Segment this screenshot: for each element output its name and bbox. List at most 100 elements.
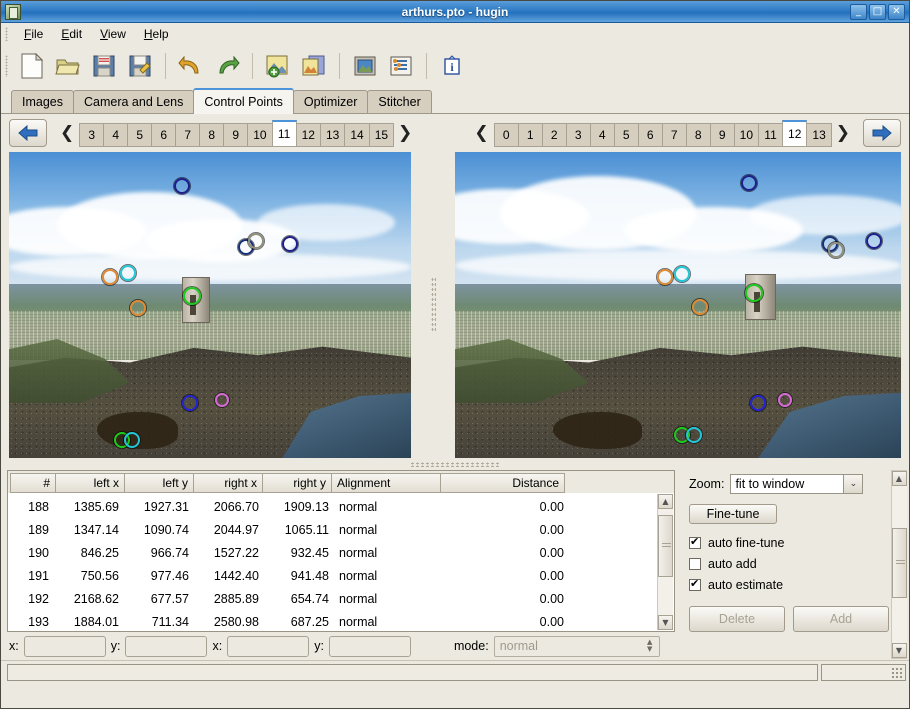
left-x-input[interactable] <box>23 635 106 657</box>
resize-grip-icon[interactable] <box>891 667 903 679</box>
control-point-marker[interactable] <box>101 269 118 286</box>
control-point-marker[interactable] <box>119 264 136 281</box>
left-image-tab-3[interactable]: 3 <box>79 123 105 147</box>
right-image-tab-4[interactable]: 4 <box>589 123 615 147</box>
table-row[interactable]: 192 2168.62 677.57 2885.89 654.74 normal… <box>8 587 674 610</box>
right-image-tab-12[interactable]: 12 <box>782 120 808 147</box>
scrollbar-track[interactable] <box>891 486 907 643</box>
new-project-icon[interactable] <box>15 49 49 83</box>
control-point-marker[interactable] <box>656 269 673 286</box>
column-header-index[interactable]: # <box>10 473 56 493</box>
tab-optimizer[interactable]: Optimizer <box>292 90 369 113</box>
scroll-up-icon[interactable]: ▲ <box>658 494 673 509</box>
control-point-marker[interactable] <box>129 300 146 317</box>
control-point-marker[interactable] <box>173 177 190 194</box>
control-point-marker[interactable] <box>741 174 758 191</box>
right-image-tab-11[interactable]: 11 <box>758 123 784 147</box>
control-point-marker[interactable] <box>181 394 198 411</box>
add-multiple-images-icon[interactable] <box>297 49 331 83</box>
left-image-tab-5[interactable]: 5 <box>127 123 153 147</box>
control-point-marker[interactable] <box>744 283 763 302</box>
add-image-icon[interactable] <box>261 49 295 83</box>
control-point-marker[interactable] <box>215 392 230 407</box>
tab-camera-and-lens[interactable]: Camera and Lens <box>73 90 195 113</box>
control-point-marker[interactable] <box>692 298 709 315</box>
scroll-up-icon[interactable]: ▲ <box>891 471 907 486</box>
left-scroll-next-icon[interactable]: ❯ <box>393 123 417 143</box>
right-image-tab-6[interactable]: 6 <box>637 123 663 147</box>
column-header-right-x[interactable]: right x <box>193 473 263 493</box>
minimize-icon[interactable]: _ <box>850 3 867 20</box>
right-image-tab-8[interactable]: 8 <box>685 123 711 147</box>
left-image-tab-11[interactable]: 11 <box>271 120 297 147</box>
left-image-tab-9[interactable]: 9 <box>223 123 249 147</box>
column-header-left-x[interactable]: left x <box>55 473 125 493</box>
menu-view[interactable]: View <box>91 25 135 43</box>
left-image-tab-10[interactable]: 10 <box>247 123 273 147</box>
checkbox-auto-fine-tune[interactable]: auto fine-tune <box>689 535 903 550</box>
preview-panorama-icon[interactable] <box>348 49 382 83</box>
checkbox-icon[interactable] <box>689 535 701 549</box>
right-image-tab-10[interactable]: 10 <box>733 123 760 147</box>
open-project-icon[interactable] <box>51 49 85 83</box>
add-button[interactable]: Add <box>793 606 889 632</box>
vertical-splitter[interactable] <box>411 152 455 458</box>
left-image-tab-8[interactable]: 8 <box>199 123 225 147</box>
right-image-tab-5[interactable]: 5 <box>613 123 639 147</box>
right-image-tab-3[interactable]: 3 <box>565 123 591 147</box>
tab-stitcher[interactable]: Stitcher <box>367 90 432 113</box>
table-row[interactable]: 190 846.25 966.74 1527.22 932.45 normal … <box>8 541 674 564</box>
spinner-icon[interactable]: ▲ ▼ <box>643 638 657 655</box>
maximize-icon[interactable]: □ <box>869 3 886 20</box>
menu-file[interactable]: File <box>15 25 52 43</box>
scroll-down-icon[interactable]: ▼ <box>891 643 907 658</box>
control-point-image-left[interactable] <box>9 152 411 458</box>
table-vertical-scrollbar[interactable]: ▲ ▼ <box>657 494 673 630</box>
right-x-input[interactable] <box>227 635 310 657</box>
left-image-tab-15[interactable]: 15 <box>368 123 395 147</box>
right-y-input[interactable] <box>328 635 411 657</box>
control-point-marker[interactable] <box>248 232 265 249</box>
control-point-image-right[interactable] <box>455 152 901 458</box>
save-project-icon[interactable] <box>87 49 121 83</box>
delete-button[interactable]: Delete <box>689 606 785 632</box>
control-point-marker[interactable] <box>182 286 201 305</box>
close-icon[interactable]: ✕ <box>888 3 905 20</box>
left-image-tab-4[interactable]: 4 <box>103 123 129 147</box>
scroll-down-icon[interactable]: ▼ <box>658 615 673 630</box>
right-image-tab-9[interactable]: 9 <box>709 123 735 147</box>
chevron-down-icon[interactable]: ⌄ <box>843 475 863 493</box>
scrollbar-thumb[interactable] <box>891 528 907 598</box>
right-image-tab-0[interactable]: 0 <box>493 123 519 147</box>
left-scroll-prev-icon[interactable]: ❮ <box>55 123 79 143</box>
column-header-alignment[interactable]: Alignment <box>331 473 441 493</box>
checkbox-auto-estimate[interactable]: auto estimate <box>689 577 903 592</box>
right-scroll-next-icon[interactable]: ❯ <box>831 123 855 143</box>
menu-edit[interactable]: Edit <box>52 25 91 43</box>
about-info-icon[interactable]: i <box>435 49 469 83</box>
control-point-marker[interactable] <box>685 427 702 444</box>
checkbox-icon[interactable] <box>689 577 701 591</box>
right-image-tab-1[interactable]: 1 <box>517 123 543 147</box>
previous-image-pair-button[interactable] <box>9 119 47 147</box>
horizontal-splitter[interactable] <box>1 458 909 470</box>
optimizer-settings-icon[interactable] <box>384 49 418 83</box>
right-scroll-prev-icon[interactable]: ❮ <box>469 123 493 143</box>
menu-help[interactable]: Help <box>135 25 178 43</box>
table-row[interactable]: 188 1385.69 1927.31 2066.70 1909.13 norm… <box>8 495 674 518</box>
left-image-tab-6[interactable]: 6 <box>151 123 177 147</box>
control-point-marker[interactable] <box>778 392 793 407</box>
right-image-tab-7[interactable]: 7 <box>661 123 687 147</box>
tab-images[interactable]: Images <box>11 90 74 113</box>
column-header-distance[interactable]: Distance <box>440 473 565 493</box>
tab-control-points[interactable]: Control Points <box>193 88 294 114</box>
next-image-pair-button[interactable] <box>863 119 901 147</box>
fine-tune-button[interactable]: Fine-tune <box>689 504 777 524</box>
column-header-right-y[interactable]: right y <box>262 473 332 493</box>
panel-vertical-scrollbar[interactable]: ▲ ▼ <box>891 470 907 659</box>
undo-icon[interactable] <box>174 49 208 83</box>
mode-select[interactable]: normal ▲ ▼ <box>493 635 660 657</box>
redo-icon[interactable] <box>210 49 244 83</box>
column-header-left-y[interactable]: left y <box>124 473 194 493</box>
left-image-tab-14[interactable]: 14 <box>344 123 370 147</box>
